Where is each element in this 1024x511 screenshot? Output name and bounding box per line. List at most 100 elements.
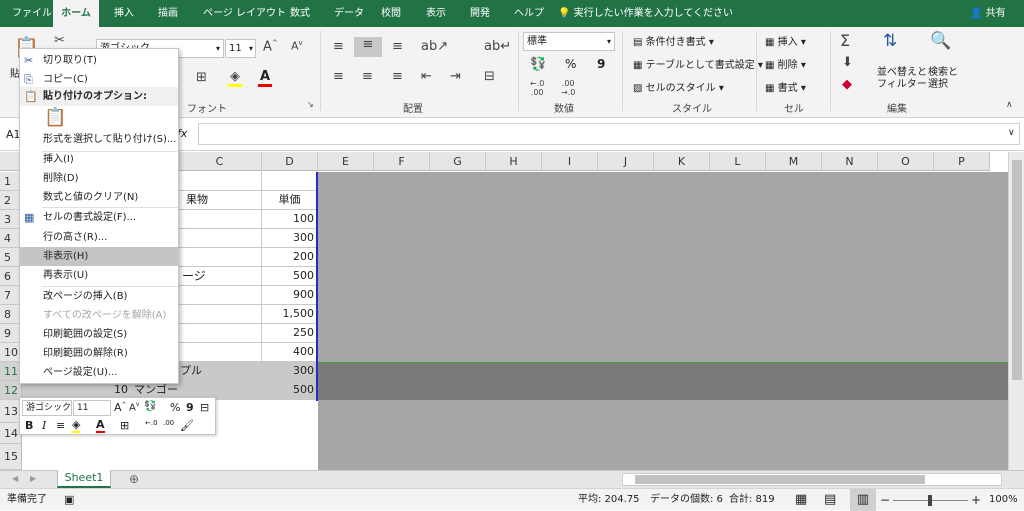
- autosum-icon[interactable]: Σ: [840, 31, 850, 50]
- tab-insert[interactable]: 挿入: [114, 0, 134, 27]
- selected-range-area[interactable]: [318, 172, 1008, 470]
- column-header-e[interactable]: E: [318, 152, 374, 171]
- column-header-n[interactable]: N: [822, 152, 878, 171]
- zoom-slider-thumb[interactable]: [928, 495, 932, 506]
- column-header-k[interactable]: K: [654, 152, 710, 171]
- scrollbar-thumb[interactable]: [1012, 160, 1022, 380]
- formula-input[interactable]: [198, 123, 1020, 145]
- page-layout-view-icon[interactable]: ▤: [824, 489, 836, 511]
- sheet-tab-sheet1[interactable]: Sheet1: [57, 470, 111, 488]
- collapse-ribbon-icon[interactable]: ∧: [1006, 100, 1013, 110]
- zoom-out-icon[interactable]: −: [880, 489, 890, 511]
- mini-size-select[interactable]: 11: [73, 400, 111, 416]
- decrease-indent-icon[interactable]: ⇤: [421, 69, 432, 84]
- cell-d5[interactable]: 200: [262, 248, 318, 267]
- column-header-i[interactable]: I: [542, 152, 598, 171]
- border-icon[interactable]: ⊞: [196, 70, 207, 85]
- vertical-scrollbar[interactable]: [1008, 152, 1024, 470]
- cell-c9[interactable]: [178, 324, 262, 343]
- currency-icon[interactable]: 💱: [144, 401, 156, 412]
- fill-color-icon[interactable]: ◈: [228, 69, 242, 87]
- tab-data[interactable]: データ: [334, 0, 364, 27]
- grow-font-icon[interactable]: A^: [114, 401, 127, 414]
- menu-item-page-setup[interactable]: ページ設定(U)...: [20, 363, 178, 382]
- tab-formulas[interactable]: 数式: [290, 0, 310, 27]
- column-header-p[interactable]: P: [934, 152, 990, 171]
- cut-icon[interactable]: ✂: [54, 33, 65, 48]
- percent-button[interactable]: %: [170, 401, 180, 414]
- page-break-view-icon[interactable]: ▥: [850, 489, 876, 511]
- format-painter-icon[interactable]: 🖌: [180, 419, 194, 432]
- cell-c7[interactable]: [178, 286, 262, 305]
- align-center-icon[interactable]: ≡: [56, 419, 65, 432]
- horizontal-scrollbar[interactable]: [622, 473, 1002, 486]
- cell-styles-button[interactable]: ▧ セルのスタイル ▾: [633, 79, 724, 94]
- column-header-g[interactable]: G: [430, 152, 486, 171]
- merge-center-icon[interactable]: ⊟: [484, 69, 495, 84]
- bold-button[interactable]: B: [25, 419, 33, 432]
- cell-c10[interactable]: [178, 343, 262, 362]
- border-icon[interactable]: ⊞: [120, 419, 129, 432]
- orientation-icon[interactable]: ab↗: [421, 39, 448, 54]
- menu-item-paste-special[interactable]: 形式を選択して貼り付け(S)...: [20, 130, 178, 149]
- conditional-formatting-button[interactable]: ▤ 条件付き書式 ▾: [633, 33, 714, 48]
- cell-d6[interactable]: 500: [262, 267, 318, 286]
- cell-c11[interactable]: プル: [178, 362, 262, 381]
- increase-decimal-icon[interactable]: ←.0.00: [530, 79, 544, 97]
- macro-record-icon[interactable]: ▣: [64, 489, 74, 511]
- comma-button[interactable]: 9: [597, 57, 605, 71]
- format-as-table-button[interactable]: ▦ テーブルとして書式設定 ▾: [633, 56, 763, 71]
- menu-item-row-height[interactable]: 行の高さ(R)...: [20, 228, 178, 247]
- grow-font-icon[interactable]: A^: [263, 39, 278, 54]
- align-middle-icon[interactable]: ≡: [354, 37, 382, 57]
- font-color-icon[interactable]: A: [96, 418, 105, 433]
- cell-d11[interactable]: 300: [262, 362, 318, 381]
- cell-d4[interactable]: 300: [262, 229, 318, 248]
- column-header-o[interactable]: O: [878, 152, 934, 171]
- menu-item-clear-contents[interactable]: 数式と値のクリア(N): [20, 188, 178, 207]
- column-header-j[interactable]: J: [598, 152, 654, 171]
- wrap-text-icon[interactable]: ab↵: [484, 39, 511, 54]
- menu-item-delete[interactable]: 削除(D): [20, 169, 178, 188]
- row-header-15[interactable]: 15: [0, 444, 22, 470]
- menu-item-insert[interactable]: 挿入(I): [20, 150, 178, 169]
- number-format-select[interactable]: 標準 ▾: [523, 32, 615, 51]
- decrease-decimal-icon[interactable]: .00: [163, 419, 174, 427]
- mini-font-select[interactable]: 游ゴシック: [22, 400, 72, 416]
- tab-view[interactable]: 表示: [426, 0, 446, 27]
- shrink-font-icon[interactable]: Av: [291, 39, 303, 53]
- prev-sheet-icon[interactable]: ◀: [12, 474, 18, 483]
- column-header-m[interactable]: M: [766, 152, 822, 171]
- delete-cells-button[interactable]: ▦ 削除 ▾: [765, 56, 806, 71]
- column-header-d[interactable]: D: [262, 152, 318, 171]
- fill-color-icon[interactable]: ◈: [72, 418, 81, 433]
- tab-developer[interactable]: 開発: [470, 0, 490, 27]
- zoom-level[interactable]: 100%: [989, 489, 1018, 511]
- shrink-font-icon[interactable]: Av: [129, 401, 139, 413]
- cell-d7[interactable]: 900: [262, 286, 318, 305]
- percent-button[interactable]: %: [565, 57, 576, 71]
- h-scrollbar-thumb[interactable]: [635, 475, 925, 484]
- column-header-l[interactable]: L: [710, 152, 766, 171]
- cell-d1[interactable]: [262, 172, 318, 191]
- cell-c8[interactable]: [178, 305, 262, 324]
- next-sheet-icon[interactable]: ▶: [30, 474, 36, 483]
- menu-item-unhide[interactable]: 再表示(U): [20, 266, 178, 285]
- column-header-h[interactable]: H: [486, 152, 542, 171]
- zoom-in-icon[interactable]: +: [971, 489, 981, 511]
- align-right-icon[interactable]: ≡: [392, 69, 403, 84]
- decrease-decimal-icon[interactable]: .00 →.0: [561, 79, 575, 97]
- italic-button[interactable]: I: [42, 419, 46, 432]
- tab-help[interactable]: ヘルプ: [514, 0, 544, 27]
- format-cells-button[interactable]: ▦ 書式 ▾: [765, 79, 806, 94]
- menu-item-set-print-area[interactable]: 印刷範囲の設定(S): [20, 325, 178, 344]
- sort-filter-label-2[interactable]: フィルター: [877, 75, 927, 90]
- currency-icon[interactable]: 💱: [530, 57, 546, 72]
- format-painter-grid-icon[interactable]: ⊟: [200, 401, 209, 414]
- cell-d9[interactable]: 250: [262, 324, 318, 343]
- increase-decimal-icon[interactable]: ←.0: [145, 419, 158, 427]
- find-select-label-2[interactable]: 選択: [928, 75, 948, 90]
- paste-option-icon[interactable]: 📋: [44, 107, 66, 128]
- cell-c3[interactable]: [178, 210, 262, 229]
- search-icon[interactable]: 🔍: [930, 31, 951, 51]
